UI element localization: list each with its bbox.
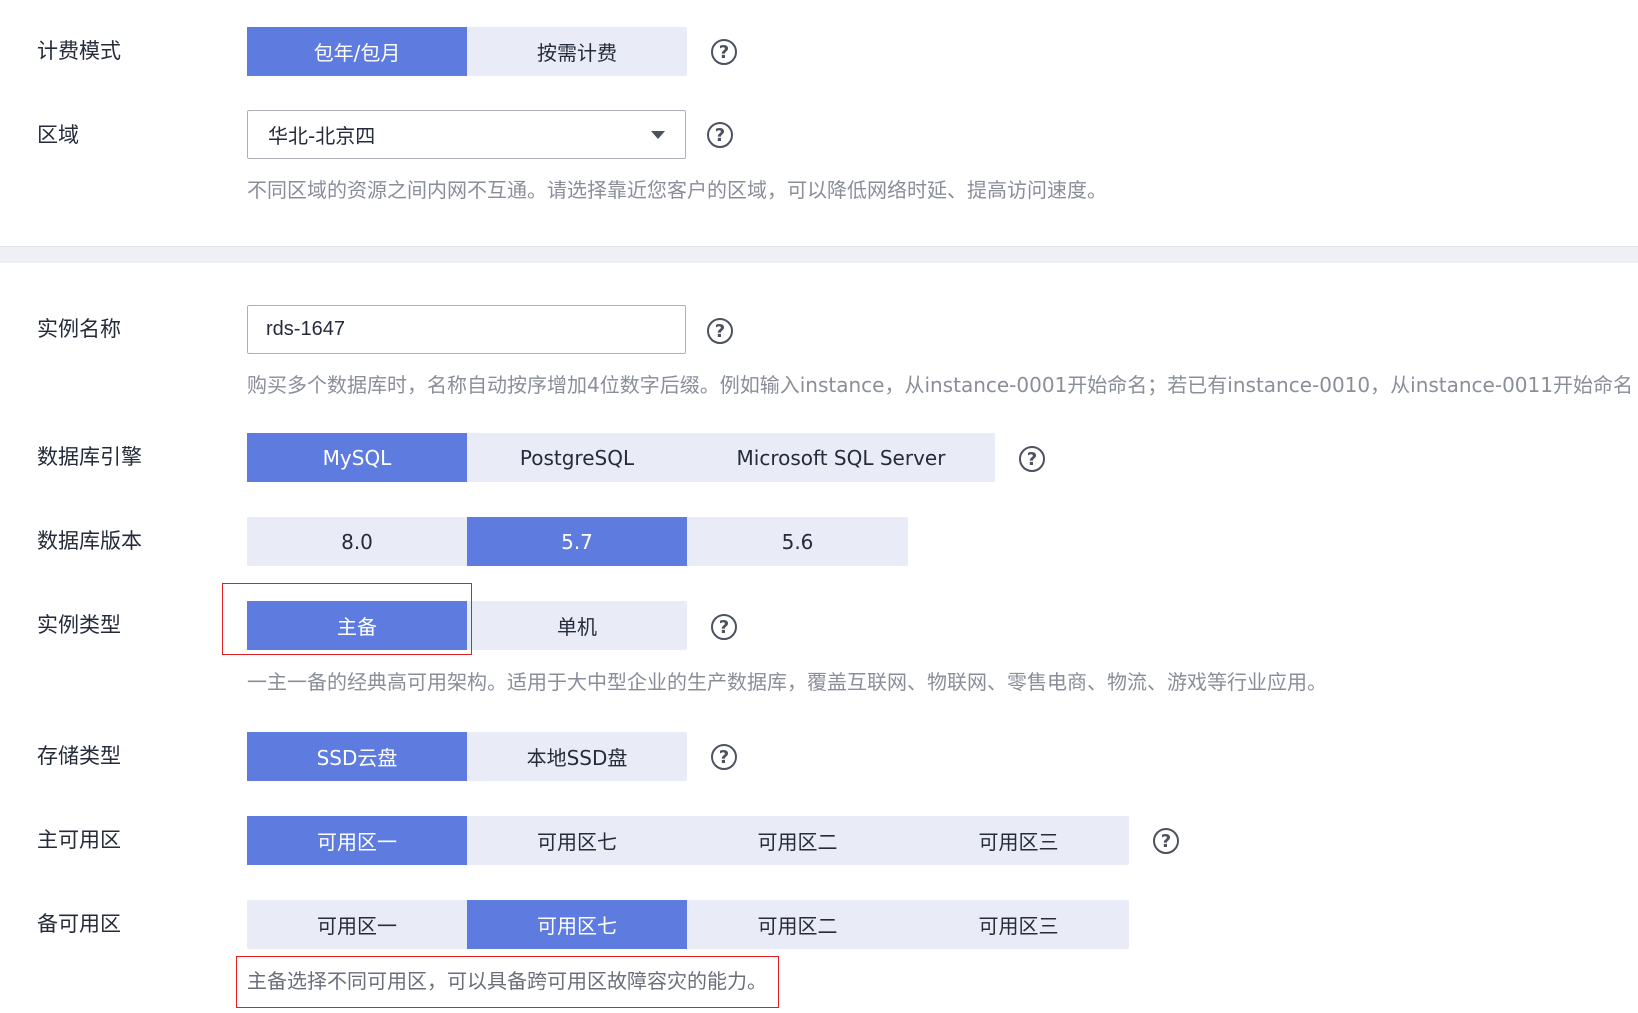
instance-type-help-icon[interactable]: ? — [711, 614, 737, 640]
storage-type-selector: SSD云盘 本地SSD盘 — [247, 732, 687, 781]
instance-name-help-icon[interactable]: ? — [707, 318, 733, 344]
section-divider — [0, 246, 1638, 263]
instance-type-hint: 一主一备的经典高可用架构。适用于大中型企业的生产数据库，覆盖互联网、物联网、零售… — [247, 670, 1327, 694]
primary-az-option-2[interactable]: 可用区七 — [467, 816, 687, 865]
instance-type-option-2[interactable]: 单机 — [467, 601, 687, 650]
version-option-3[interactable]: 5.6 — [687, 517, 908, 566]
billing-help-icon[interactable]: ? — [711, 39, 737, 65]
billing-option-1[interactable]: 包年/包月 — [247, 27, 467, 76]
instance-name-hint: 购买多个数据库时，名称自动按序增加4位数字后缀。例如输入instance，从in… — [247, 373, 1633, 397]
storage-type-label: 存储类型 — [37, 744, 121, 768]
billing-mode-selector: 包年/包月 按需计费 — [247, 27, 687, 76]
primary-az-help-icon[interactable]: ? — [1153, 828, 1179, 854]
chevron-down-icon — [651, 131, 665, 139]
standby-az-hint: 主备选择不同可用区，可以具备跨可用区故障容灾的能力。 — [247, 969, 767, 993]
instance-name-input[interactable] — [247, 305, 686, 354]
primary-az-label: 主可用区 — [37, 828, 121, 852]
instance-type-option-1[interactable]: 主备 — [247, 601, 467, 650]
region-select-value: 华北-北京四 — [268, 124, 376, 148]
primary-az-option-3[interactable]: 可用区二 — [687, 816, 908, 865]
instance-name-label: 实例名称 — [37, 317, 121, 341]
region-select[interactable]: 华北-北京四 — [247, 110, 686, 159]
primary-az-selector: 可用区一 可用区七 可用区二 可用区三 — [247, 816, 1129, 865]
engine-option-3[interactable]: Microsoft SQL Server — [687, 433, 995, 482]
standby-az-selector: 可用区一 可用区七 可用区二 可用区三 — [247, 900, 1129, 949]
region-help-icon[interactable]: ? — [707, 122, 733, 148]
instance-type-label: 实例类型 — [37, 613, 121, 637]
billing-mode-label: 计费模式 — [37, 39, 121, 63]
region-label: 区域 — [37, 123, 79, 147]
instance-type-selector: 主备 单机 — [247, 601, 687, 650]
billing-option-2[interactable]: 按需计费 — [467, 27, 687, 76]
db-engine-help-icon[interactable]: ? — [1019, 446, 1045, 472]
standby-az-label: 备可用区 — [37, 912, 121, 936]
db-version-selector: 8.0 5.7 5.6 — [247, 517, 908, 566]
standby-az-option-3[interactable]: 可用区二 — [687, 900, 908, 949]
primary-az-option-1[interactable]: 可用区一 — [247, 816, 467, 865]
storage-type-help-icon[interactable]: ? — [711, 744, 737, 770]
standby-az-option-4[interactable]: 可用区三 — [908, 900, 1129, 949]
engine-option-2[interactable]: PostgreSQL — [467, 433, 687, 482]
storage-option-2[interactable]: 本地SSD盘 — [467, 732, 687, 781]
version-option-1[interactable]: 8.0 — [247, 517, 467, 566]
region-hint: 不同区域的资源之间内网不互通。请选择靠近您客户的区域，可以降低网络时延、提高访问… — [247, 178, 1107, 202]
standby-az-option-2[interactable]: 可用区七 — [467, 900, 687, 949]
standby-az-option-1[interactable]: 可用区一 — [247, 900, 467, 949]
db-version-label: 数据库版本 — [37, 529, 142, 553]
engine-option-1[interactable]: MySQL — [247, 433, 467, 482]
version-option-2[interactable]: 5.7 — [467, 517, 687, 566]
db-engine-label: 数据库引擎 — [37, 445, 142, 469]
db-engine-selector: MySQL PostgreSQL Microsoft SQL Server — [247, 433, 995, 482]
storage-option-1[interactable]: SSD云盘 — [247, 732, 467, 781]
primary-az-option-4[interactable]: 可用区三 — [908, 816, 1129, 865]
